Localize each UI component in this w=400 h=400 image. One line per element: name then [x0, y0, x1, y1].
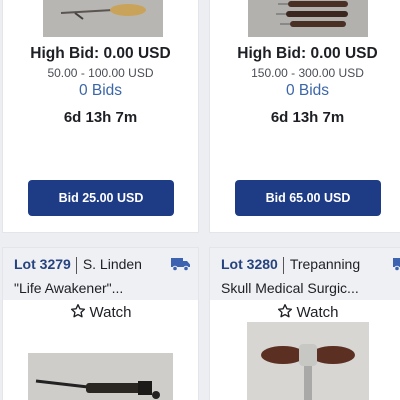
shipping-truck-icon [393, 258, 400, 272]
high-bid: High Bid: 0.00 USD [237, 45, 378, 62]
watch-button[interactable]: Watch [3, 303, 198, 321]
watch-label: Watch [89, 304, 132, 321]
lot-header: Lot 3279 S. Linden "Life Awakener"... [3, 248, 198, 300]
lot-card[interactable]: Lot 3280 Trepanning Skull Medical Surgic.… [209, 247, 400, 400]
shipping-truck-icon [171, 258, 190, 272]
lot-header: Lot 3280 Trepanning Skull Medical Surgic.… [210, 248, 400, 300]
lot-title-link[interactable]: "Life Awakener"... [14, 280, 123, 296]
seller-name: Trepanning [289, 256, 361, 272]
lot-line: Lot 3280 Trepanning [221, 256, 360, 274]
lot-thumbnail[interactable] [248, 0, 368, 37]
divider [75, 256, 77, 274]
lot-card[interactable]: High Bid: 0.00 USD 150.00 - 300.00 USD 0… [209, 0, 400, 233]
bid-button[interactable]: Bid 65.00 USD [235, 180, 381, 216]
bids-count-link[interactable]: 0 Bids [3, 82, 198, 100]
lot-card[interactable]: Lot 3279 S. Linden "Life Awakener"... Wat… [2, 247, 199, 400]
time-remaining: 6d 13h 7m [63, 109, 138, 126]
lot-thumbnail[interactable] [247, 322, 369, 400]
lot-number-link[interactable]: Lot 3279 [14, 256, 71, 272]
seller-name: S. Linden [82, 256, 142, 272]
watch-label: Watch [296, 304, 339, 321]
lot-line: Lot 3279 S. Linden [14, 256, 142, 274]
high-bid: High Bid: 0.00 USD [30, 45, 171, 62]
lot-thumbnail[interactable] [28, 353, 173, 400]
star-outline-icon [277, 304, 292, 318]
time-remaining: 6d 13h 7m [270, 109, 345, 126]
divider [282, 256, 284, 274]
star-outline-icon [70, 304, 85, 318]
watch-button[interactable]: Watch [210, 303, 400, 321]
lot-title-link[interactable]: Skull Medical Surgic... [221, 280, 359, 296]
estimate-range: 50.00 - 100.00 USD [47, 66, 154, 80]
lot-grid: High Bid: 0.00 USD 50.00 - 100.00 USD 0 … [0, 0, 400, 400]
lot-card[interactable]: High Bid: 0.00 USD 50.00 - 100.00 USD 0 … [2, 0, 199, 233]
lot-thumbnail[interactable] [43, 0, 163, 37]
bid-button[interactable]: Bid 25.00 USD [28, 180, 174, 216]
lot-number-link[interactable]: Lot 3280 [221, 256, 278, 272]
bids-count-link[interactable]: 0 Bids [210, 82, 400, 100]
estimate-range: 150.00 - 300.00 USD [251, 66, 364, 80]
